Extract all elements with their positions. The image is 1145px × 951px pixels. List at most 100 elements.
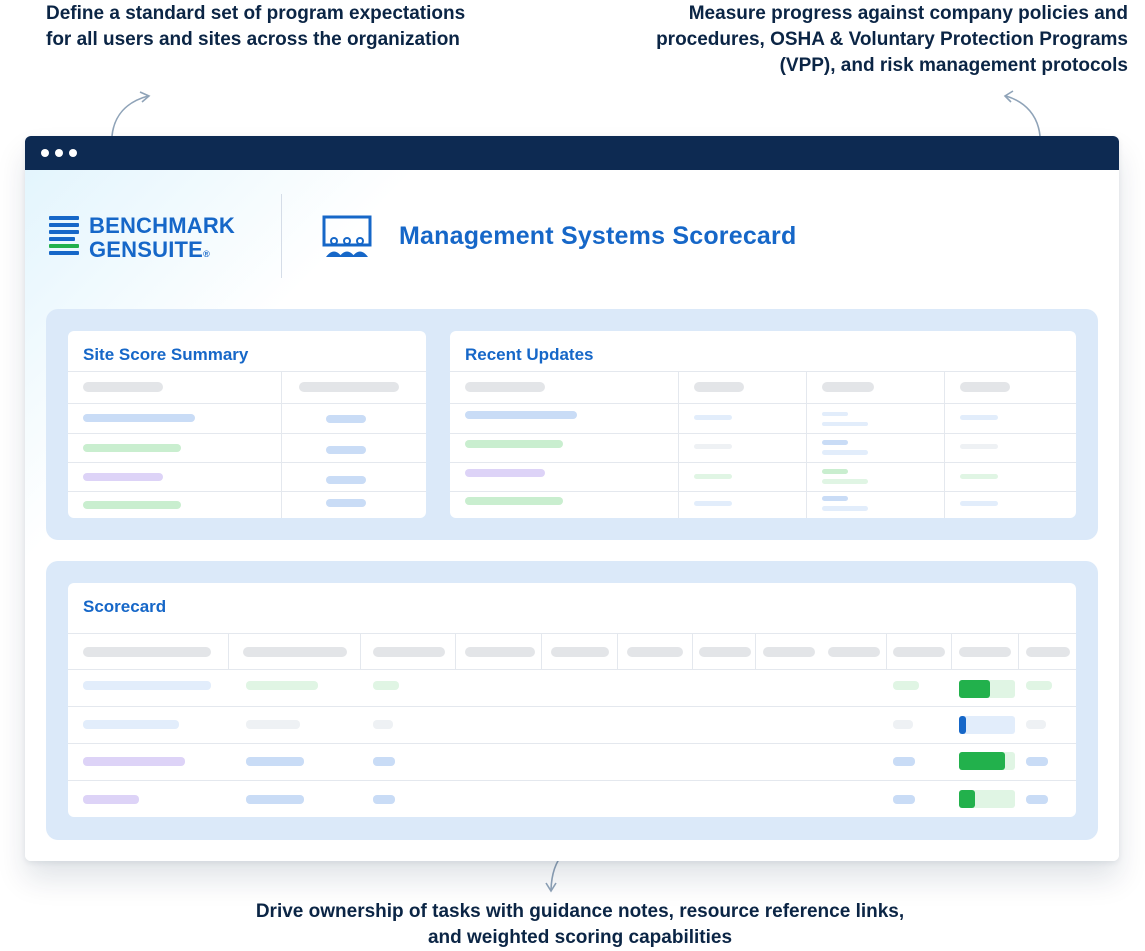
recent-updates-card: Recent Updates bbox=[450, 331, 1076, 518]
table-cell bbox=[373, 681, 399, 690]
table-cell bbox=[960, 415, 998, 420]
page-title: Management Systems Scorecard bbox=[399, 222, 797, 250]
column-header bbox=[694, 382, 744, 392]
column-header bbox=[83, 382, 163, 392]
table-cell bbox=[694, 474, 732, 479]
table-cell bbox=[960, 474, 998, 479]
callout-program-expectations: Define a standard set of program expecta… bbox=[46, 3, 466, 50]
table-cell bbox=[822, 479, 868, 484]
table-cell bbox=[960, 444, 998, 449]
summary-panel: Site Score Summary Recent Updates bbox=[46, 309, 1098, 540]
column-header bbox=[763, 647, 815, 657]
window-dot-icon bbox=[41, 149, 49, 157]
table-cell bbox=[326, 476, 366, 484]
table-cell bbox=[246, 795, 304, 804]
column-header bbox=[465, 382, 545, 392]
recent-updates-title: Recent Updates bbox=[465, 345, 594, 364]
scorecard-title: Scorecard bbox=[83, 597, 167, 616]
table-cell bbox=[822, 506, 868, 511]
table-cell bbox=[893, 795, 915, 804]
logo-line-2: GENSUITE bbox=[89, 237, 204, 262]
table-cell bbox=[1026, 720, 1046, 729]
table-cell bbox=[465, 440, 563, 448]
progress-bar bbox=[959, 790, 1015, 808]
column-header bbox=[822, 382, 874, 392]
table-cell bbox=[893, 681, 919, 690]
header-divider bbox=[281, 194, 282, 278]
logo-line-1: BENCHMARK bbox=[89, 213, 236, 238]
table-cell bbox=[1026, 681, 1052, 690]
progress-fill bbox=[959, 790, 975, 808]
table-cell bbox=[83, 757, 185, 766]
table-cell bbox=[822, 469, 848, 474]
column-header bbox=[373, 647, 445, 657]
arrow-up-right-icon bbox=[1003, 90, 1041, 137]
table-cell bbox=[465, 469, 545, 477]
table-cell bbox=[83, 414, 195, 422]
callout-measure-progress: Measure progress against company policie… bbox=[656, 3, 1128, 76]
window-titlebar bbox=[25, 136, 1119, 170]
progress-fill bbox=[959, 716, 966, 734]
column-header bbox=[243, 647, 347, 657]
scorecard-panel: Scorecard bbox=[46, 561, 1098, 840]
column-header bbox=[627, 647, 683, 657]
column-header bbox=[960, 382, 1010, 392]
table-cell bbox=[83, 720, 179, 729]
table-cell bbox=[83, 444, 181, 452]
table-cell bbox=[373, 795, 395, 804]
table-cell bbox=[893, 757, 915, 766]
registered-mark: ® bbox=[203, 249, 210, 259]
table-cell bbox=[822, 412, 848, 416]
column-header bbox=[893, 647, 945, 657]
table-cell bbox=[694, 444, 732, 449]
table-cell bbox=[83, 473, 163, 481]
column-header bbox=[828, 647, 880, 657]
table-cell bbox=[822, 496, 848, 501]
table-cell bbox=[246, 757, 304, 766]
site-score-summary-card: Site Score Summary bbox=[68, 331, 426, 518]
progress-fill bbox=[959, 680, 990, 698]
table-cell bbox=[960, 501, 998, 506]
table-cell bbox=[465, 497, 563, 505]
window-body: BENCHMARK GENSUITE® Management Systems S… bbox=[25, 170, 1119, 861]
progress-bar bbox=[959, 752, 1015, 770]
table-cell bbox=[822, 450, 868, 455]
table-cell bbox=[1026, 795, 1048, 804]
table-cell bbox=[694, 415, 732, 420]
column-header bbox=[1026, 647, 1070, 657]
progress-fill bbox=[959, 752, 1005, 770]
benchmark-gensuite-logo: BENCHMARK GENSUITE® bbox=[49, 214, 249, 264]
window-dot-icon bbox=[55, 149, 63, 157]
app-window: BENCHMARK GENSUITE® Management Systems S… bbox=[25, 136, 1119, 861]
table-cell bbox=[326, 415, 366, 423]
table-cell bbox=[1026, 757, 1048, 766]
table-cell bbox=[373, 757, 395, 766]
table-cell bbox=[694, 501, 732, 506]
column-header bbox=[551, 647, 609, 657]
column-header bbox=[699, 647, 751, 657]
arrow-up-left-icon bbox=[111, 91, 151, 137]
table-cell bbox=[822, 422, 868, 426]
table-cell bbox=[465, 411, 577, 419]
window-dot-icon bbox=[69, 149, 77, 157]
progress-bar bbox=[959, 680, 1015, 698]
column-header bbox=[465, 647, 535, 657]
people-board-icon bbox=[322, 215, 372, 257]
scorecard-card: Scorecard bbox=[68, 583, 1076, 817]
table-cell bbox=[83, 795, 139, 804]
progress-bar bbox=[959, 716, 1015, 734]
site-score-summary-title: Site Score Summary bbox=[83, 345, 249, 364]
table-cell bbox=[822, 440, 848, 445]
table-cell bbox=[83, 681, 211, 690]
column-header bbox=[299, 382, 399, 392]
table-cell bbox=[246, 681, 318, 690]
column-header bbox=[83, 647, 211, 657]
table-cell bbox=[326, 446, 366, 454]
table-cell bbox=[373, 720, 393, 729]
table-cell bbox=[893, 720, 913, 729]
table-cell bbox=[83, 501, 181, 509]
column-header bbox=[959, 647, 1011, 657]
table-cell bbox=[326, 499, 366, 507]
table-cell bbox=[246, 720, 300, 729]
stacked-lines-logo-icon bbox=[49, 216, 79, 255]
